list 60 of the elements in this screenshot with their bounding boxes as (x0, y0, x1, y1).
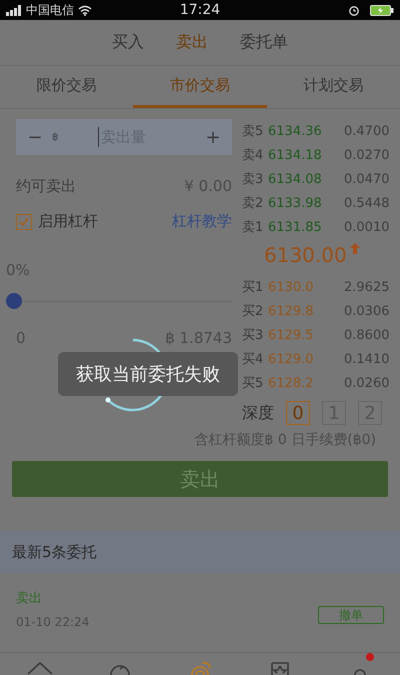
alarm-icon (348, 4, 360, 16)
home-icon[interactable] (26, 661, 54, 675)
ask-price: 6134.08 (268, 172, 323, 186)
trade-tab[interactable]: 卖出 (176, 20, 208, 65)
ask-price: 6134.36 (268, 124, 323, 138)
bid-label: 买2 (242, 303, 264, 320)
order-side: 卖出 (16, 590, 43, 607)
ask-label: 卖3 (242, 171, 264, 188)
bid-label: 买4 (242, 351, 264, 368)
ask-amount: 0.5448 (344, 196, 390, 210)
bid-amount: 0.8600 (344, 328, 390, 342)
bid-label: 买5 (242, 375, 264, 392)
depth-option[interactable]: 0 (286, 401, 310, 425)
ask-price: 6134.18 (268, 148, 323, 162)
bid-amount: 0.0260 (344, 376, 390, 390)
minus-button[interactable]: − (26, 126, 44, 148)
bid-amount: 0.0306 (344, 304, 390, 318)
plus-button[interactable]: + (204, 126, 222, 148)
order-type-tab[interactable]: 市价交易 (133, 66, 267, 108)
ask-amount: 0.0270 (344, 148, 390, 162)
ask-label: 卖1 (242, 219, 264, 236)
bid-amount: 2.9625 (344, 280, 390, 294)
battery-icon (370, 4, 394, 16)
last-price: 6130.00 (264, 243, 347, 267)
bid-price: 6130.0 (268, 280, 314, 294)
order-type-tab[interactable]: 限价交易 (0, 66, 134, 108)
clock-time: 17:24 (180, 2, 220, 18)
bid-price: 6129.0 (268, 352, 314, 366)
ask-label: 卖4 (242, 147, 264, 164)
slider-thumb[interactable] (6, 293, 22, 309)
ask-price: 6133.98 (268, 196, 323, 210)
carrier-name: 中国电信 (26, 2, 74, 18)
wifi-icon (78, 4, 92, 16)
checkmark-icon (18, 216, 30, 228)
bitcoin-unit: ฿ (52, 132, 60, 142)
error-toast: 获取当前委托失败 (58, 352, 238, 396)
bid-price: 6128.2 (268, 376, 314, 390)
bid-label: 买3 (242, 327, 264, 344)
up-arrow-icon (350, 243, 360, 254)
bid-amount: 0.1410 (344, 352, 390, 366)
section-header: 最新5条委托 (0, 531, 400, 573)
bid-label: 买1 (242, 279, 264, 296)
order-type-tab[interactable]: 计划交易 (266, 66, 400, 108)
available-label: 约可卖出 (16, 177, 76, 196)
ask-amount: 0.0010 (344, 220, 390, 234)
trade-tab[interactable]: 委托单 (240, 20, 288, 65)
bid-price: 6129.8 (268, 304, 314, 318)
ask-label: 卖5 (242, 123, 264, 140)
leverage-tutorial-link[interactable]: 杠杆教学 (172, 212, 232, 231)
signal-icon (6, 4, 22, 16)
leverage-label: 启用杠杆 (38, 212, 99, 231)
cancel-button[interactable]: 撤单 (318, 606, 384, 624)
trade-tab[interactable]: 买入 (112, 20, 144, 65)
depth-label: 深度 (242, 402, 274, 424)
ask-amount: 0.4700 (344, 124, 390, 138)
ask-price: 6131.85 (268, 220, 323, 234)
leverage-checkbox[interactable] (16, 214, 32, 230)
bid-price: 6129.5 (268, 328, 314, 342)
ask-amount: 0.0470 (344, 172, 390, 186)
ask-label: 卖2 (242, 195, 264, 212)
